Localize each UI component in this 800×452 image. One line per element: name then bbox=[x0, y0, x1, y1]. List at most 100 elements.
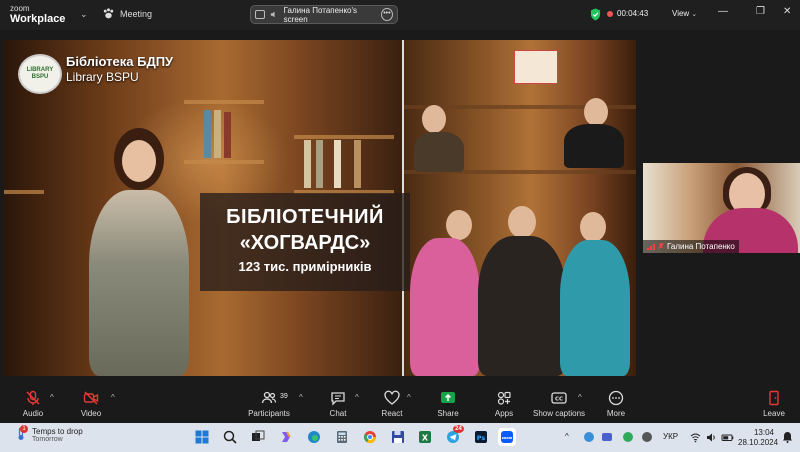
participant-name-label: Галина Потапенко bbox=[643, 240, 739, 253]
edge-icon bbox=[308, 431, 320, 443]
calculator-button[interactable] bbox=[333, 428, 351, 446]
heart-icon bbox=[384, 390, 400, 405]
react-button[interactable]: React bbox=[367, 385, 417, 423]
minimize-icon[interactable]: — bbox=[718, 6, 728, 17]
save-app-button[interactable] bbox=[389, 428, 407, 446]
participants-options-chevron-icon[interactable]: ^ bbox=[299, 393, 303, 402]
chrome-icon bbox=[363, 431, 376, 444]
copilot-button[interactable] bbox=[277, 428, 295, 446]
edge-button[interactable] bbox=[305, 428, 323, 446]
participants-icon bbox=[261, 391, 277, 404]
zoom-taskbar-button[interactable]: zoom bbox=[498, 428, 516, 446]
caption-line3: 123 тис. примірників bbox=[238, 259, 372, 274]
task-view-icon bbox=[252, 430, 265, 441]
clock-time: 13:04 bbox=[753, 428, 774, 437]
tray-overflow-chevron-icon[interactable]: ^ bbox=[565, 432, 569, 441]
calculator-icon bbox=[337, 431, 347, 443]
participant-video-tile[interactable]: Галина Потапенко bbox=[643, 163, 800, 253]
start-button[interactable] bbox=[193, 428, 211, 446]
paw-icon bbox=[103, 8, 114, 19]
volume-icon[interactable] bbox=[706, 432, 717, 443]
share-owner-label: Галина Потапенко's screen bbox=[283, 5, 358, 24]
task-view-button[interactable] bbox=[249, 428, 267, 446]
captions-options-chevron-icon[interactable]: ^ bbox=[578, 393, 582, 402]
chat-options-chevron-icon[interactable]: ^ bbox=[355, 393, 359, 402]
video-button[interactable]: Video bbox=[66, 385, 116, 423]
telegram-button[interactable]: 24 bbox=[444, 425, 464, 446]
signal-bars-icon bbox=[647, 243, 655, 250]
photoshop-icon: Ps bbox=[475, 431, 487, 443]
more-options-icon[interactable]: ••• bbox=[380, 8, 393, 21]
monitor-icon bbox=[255, 10, 266, 19]
audio-button[interactable]: Audio bbox=[8, 385, 58, 423]
excel-icon: X bbox=[419, 431, 431, 443]
apps-icon bbox=[497, 391, 511, 405]
zoom-window: zoom Workplace ⌄ Meeting Галина Потапенк… bbox=[0, 0, 800, 452]
search-icon bbox=[223, 430, 237, 444]
video-label: Video bbox=[80, 409, 102, 418]
svg-text:zoom: zoom bbox=[502, 436, 513, 440]
notifications-bell-icon[interactable] bbox=[782, 431, 793, 443]
library-sign bbox=[514, 50, 558, 84]
zoom-workplace-logo[interactable]: zoom Workplace bbox=[10, 3, 65, 25]
logo-line1: LIBRARY bbox=[26, 67, 54, 73]
logo-line2: BSPU bbox=[31, 74, 49, 80]
apps-label: Apps bbox=[494, 409, 514, 418]
svg-text:CC: CC bbox=[555, 397, 563, 403]
tray-app-icon-1[interactable] bbox=[583, 431, 595, 443]
share-screen-button[interactable]: Share bbox=[423, 385, 473, 423]
apps-button[interactable]: Apps bbox=[479, 385, 529, 423]
tray-app-icon-3[interactable] bbox=[622, 431, 634, 443]
view-label: View bbox=[672, 9, 690, 18]
svg-text:Ps: Ps bbox=[477, 434, 486, 442]
participants-button[interactable]: Participants bbox=[244, 385, 294, 423]
caption-line1: БІБЛІОТЕЧНИЙ bbox=[226, 206, 384, 228]
tray-app-icon-4[interactable] bbox=[641, 431, 653, 443]
meeting-toolbar: Audio ^ Video ^ Participants 39 ^ Chat ^… bbox=[0, 385, 800, 423]
chevron-down-icon: ⌄ bbox=[691, 11, 698, 18]
caption-line2: «ХОГВАРДС» bbox=[239, 232, 371, 254]
excel-button[interactable]: X bbox=[416, 428, 434, 446]
chrome-button[interactable] bbox=[361, 428, 379, 446]
wifi-icon[interactable] bbox=[690, 432, 701, 443]
shared-screen: LIBRARY BSPU Бібліотека БДПУ Library BSP… bbox=[4, 40, 636, 376]
mic-muted-icon bbox=[658, 242, 664, 249]
more-button[interactable]: More bbox=[591, 385, 641, 423]
video-options-chevron-icon[interactable]: ^ bbox=[111, 393, 115, 402]
weather-subtitle: Tomorrow bbox=[32, 436, 63, 443]
react-options-chevron-icon[interactable]: ^ bbox=[407, 393, 411, 402]
more-icon bbox=[608, 390, 624, 406]
library-logo: LIBRARY BSPU bbox=[18, 54, 62, 94]
chevron-down-icon[interactable]: ⌄ bbox=[80, 9, 88, 20]
show-captions-button[interactable]: CC Show captions bbox=[533, 385, 585, 423]
battery-icon[interactable] bbox=[721, 432, 734, 443]
weather-icon: 1 bbox=[14, 425, 28, 441]
library-photo-right bbox=[404, 40, 636, 376]
zoom-icon: zoom bbox=[501, 431, 513, 443]
meeting-tab[interactable]: Meeting bbox=[102, 7, 152, 20]
weather-alert-badge: 1 bbox=[20, 425, 28, 433]
view-menu-button[interactable]: View ⌄ bbox=[672, 9, 697, 18]
search-taskbar-button[interactable] bbox=[221, 428, 239, 446]
tray-app-icon-2[interactable] bbox=[601, 431, 613, 443]
video-off-icon bbox=[83, 391, 99, 405]
close-icon[interactable]: ✕ bbox=[783, 6, 791, 17]
participants-count: 39 bbox=[280, 393, 288, 400]
language-indicator[interactable]: УКР bbox=[663, 432, 678, 441]
photoshop-button[interactable]: Ps bbox=[472, 428, 490, 446]
windows-taskbar: 1 Temps to drop Tomorrow X 24 Ps zoom ^ … bbox=[0, 423, 800, 452]
weather-widget[interactable]: 1 Temps to drop Tomorrow bbox=[14, 425, 83, 443]
girl-figure bbox=[89, 190, 189, 376]
restore-icon[interactable]: ❐ bbox=[756, 6, 765, 17]
clock-date: 28.10.2024 bbox=[738, 438, 779, 447]
system-clock[interactable]: 13:04 28.10.2024 bbox=[738, 428, 779, 448]
screen-share-indicator[interactable]: Галина Потапенко's screen ••• bbox=[250, 5, 398, 24]
leave-label: Leave bbox=[763, 409, 785, 418]
encryption-shield-icon[interactable] bbox=[590, 8, 601, 21]
audio-options-chevron-icon[interactable]: ^ bbox=[50, 393, 54, 402]
brand-line2: Workplace bbox=[10, 13, 66, 25]
chat-button[interactable]: Chat bbox=[313, 385, 363, 423]
title-bar: zoom Workplace ⌄ Meeting Галина Потапенк… bbox=[0, 0, 800, 30]
share-screen-icon bbox=[441, 392, 455, 403]
leave-button[interactable]: Leave bbox=[749, 385, 799, 423]
